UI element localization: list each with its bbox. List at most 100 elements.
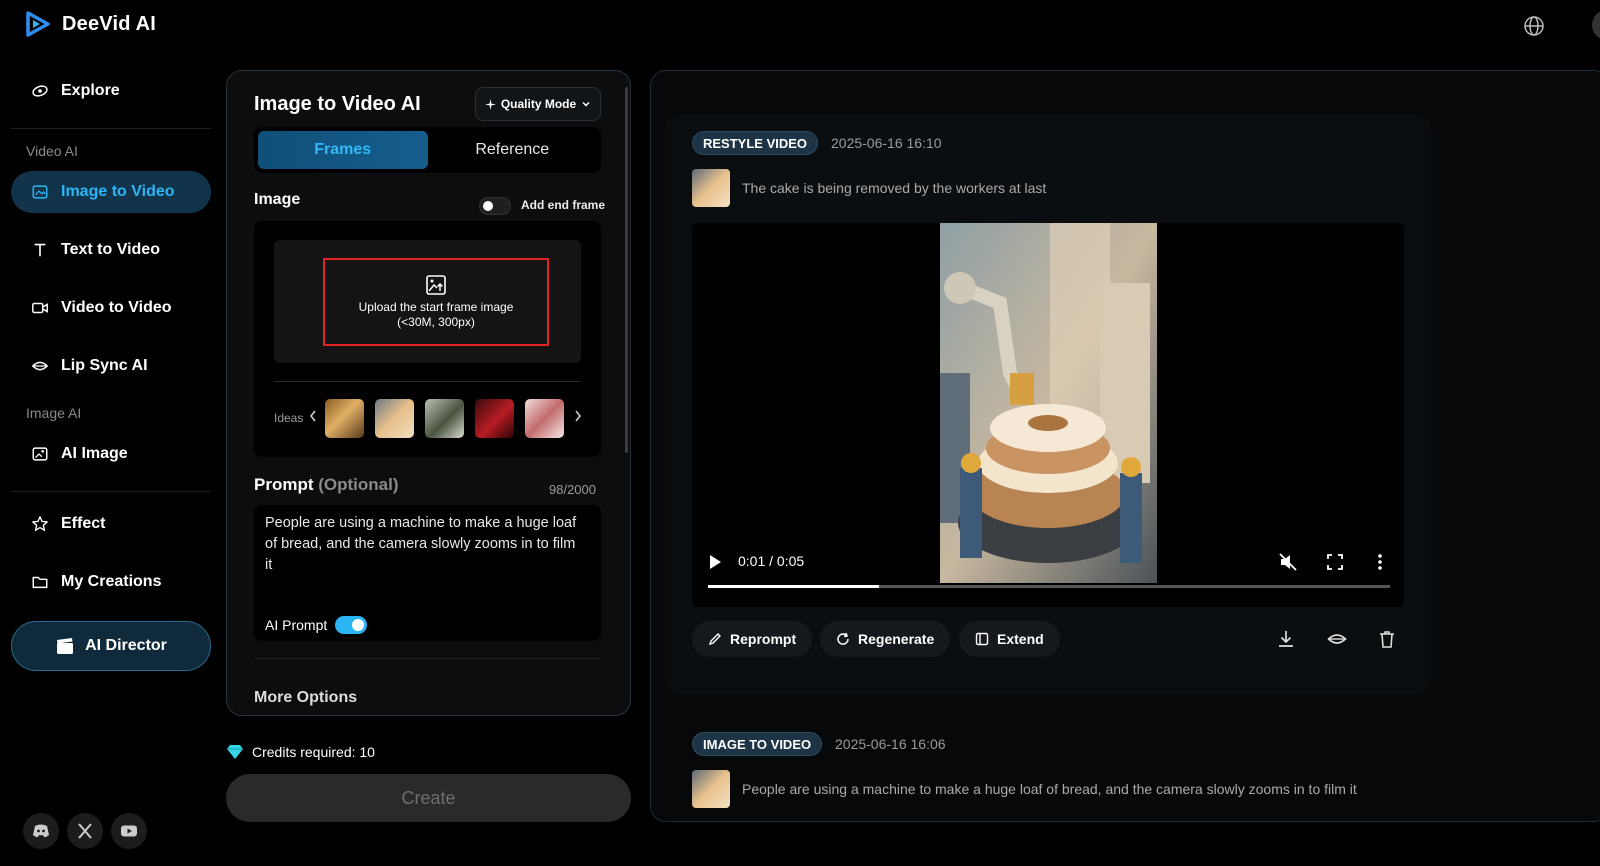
star-icon [32, 516, 48, 531]
compass-icon [32, 85, 48, 97]
idea-thumbnail[interactable] [525, 399, 564, 438]
upload-hint-text: Upload the start frame image [358, 300, 514, 314]
ai-prompt-label: AI Prompt [265, 617, 328, 633]
mute-icon[interactable] [1278, 552, 1298, 572]
sidebar-item-label: My Creations [61, 573, 162, 590]
refresh-icon [837, 632, 849, 645]
idea-thumbnail[interactable] [375, 399, 414, 438]
folder-icon [32, 576, 48, 589]
idea-thumbnail[interactable] [325, 399, 364, 438]
add-end-frame-label: Add end frame [521, 198, 606, 212]
regenerate-button[interactable]: Regenerate [820, 621, 951, 657]
globe-icon[interactable] [1522, 14, 1546, 38]
sidebar-item-effect[interactable]: Effect [11, 503, 211, 545]
fullscreen-icon[interactable] [1326, 553, 1344, 571]
lip-sync-button[interactable] [1321, 623, 1353, 655]
ai-director-button[interactable]: AI Director [11, 621, 211, 671]
ideas-label: Ideas [274, 411, 304, 425]
image-icon [32, 185, 48, 199]
tab-reference[interactable]: Reference [428, 131, 598, 169]
add-end-frame-toggle[interactable] [479, 197, 511, 215]
prompt-title: Prompt [254, 475, 314, 494]
video-progress-fill [708, 585, 879, 588]
result-date: 2025-06-16 16:10 [831, 135, 942, 151]
video-player[interactable]: 0:01 / 0:05 [692, 223, 1404, 607]
x-link[interactable] [67, 813, 103, 849]
chevron-right-icon [575, 410, 582, 422]
prompt-char-counter: 98/2000 [549, 482, 596, 497]
upload-start-frame-button[interactable]: Upload the start frame image (<30M, 300p… [323, 258, 549, 346]
x-icon [78, 823, 92, 839]
pencil-icon [708, 633, 721, 646]
more-vertical-icon[interactable] [1376, 553, 1384, 571]
lips-icon [31, 361, 49, 371]
sidebar-item-label: Video to Video [61, 299, 172, 316]
video-camera-icon [32, 302, 48, 314]
sidebar-item-my-creations[interactable]: My Creations [11, 561, 211, 603]
upload-dropzone[interactable]: Upload the start frame image (<30M, 300p… [274, 240, 581, 363]
video-frame [940, 223, 1157, 583]
text-icon [34, 243, 46, 257]
source-thumbnail[interactable] [692, 169, 730, 207]
chevron-left-icon [309, 410, 316, 422]
sidebar-item-lip-sync[interactable]: Lip Sync AI [11, 345, 211, 387]
regenerate-label: Regenerate [858, 631, 935, 647]
extend-icon [975, 632, 989, 646]
more-options-toggle[interactable]: More Options [254, 689, 357, 707]
prompt-text[interactable]: People are using a machine to make a hug… [265, 513, 585, 576]
sparkle-icon [484, 98, 496, 110]
sidebar: Explore Video AI Image to Video Text to … [0, 60, 224, 866]
panel-scrollbar[interactable] [625, 87, 628, 453]
idea-thumbnail[interactable] [475, 399, 514, 438]
discord-icon [33, 824, 49, 838]
discord-link[interactable] [23, 813, 59, 849]
video-progress-bar[interactable] [708, 585, 1390, 588]
result-description: The cake is being removed by the workers… [742, 180, 1047, 196]
idea-thumbnail[interactable] [425, 399, 464, 438]
result-type-badge: RESTYLE VIDEO [692, 131, 819, 155]
ai-prompt-toggle[interactable] [335, 616, 367, 634]
image-section-label: Image [254, 191, 301, 208]
quality-mode-label: Quality Mode [500, 97, 577, 111]
reprompt-button[interactable]: Reprompt [692, 621, 813, 657]
prompt-label: Prompt (Optional) [254, 475, 399, 495]
upload-size-hint: (<30M, 300px) [397, 315, 475, 329]
result-description: People are using a machine to make a hug… [742, 781, 1357, 797]
user-avatar[interactable] [1592, 10, 1600, 40]
reprompt-label: Reprompt [730, 631, 797, 647]
extend-label: Extend [997, 631, 1044, 647]
sidebar-item-ai-image[interactable]: AI Image [11, 433, 211, 475]
result-type-badge: IMAGE TO VIDEO [692, 732, 823, 756]
sidebar-item-label: Image to Video [61, 183, 175, 200]
app-logo[interactable]: DeeVid AI [24, 10, 156, 38]
mode-tabs: Frames Reference [254, 127, 601, 173]
diamond-icon [227, 745, 243, 759]
delete-button[interactable] [1371, 623, 1403, 655]
ai-image-icon [32, 447, 48, 461]
image-upload-icon [426, 275, 446, 295]
ideas-next-button[interactable] [574, 409, 582, 425]
prompt-textarea[interactable]: People are using a machine to make a hug… [254, 505, 601, 641]
download-icon [1279, 631, 1293, 647]
sidebar-item-label: Lip Sync AI [61, 357, 148, 374]
youtube-link[interactable] [111, 813, 147, 849]
sidebar-item-explore[interactable]: Explore [11, 70, 211, 112]
lips-icon [1327, 634, 1347, 644]
source-thumbnail[interactable] [692, 770, 730, 808]
ai-director-label: AI Director [85, 637, 167, 654]
sidebar-item-image-to-video[interactable]: Image to Video [11, 171, 211, 213]
play-icon[interactable] [708, 554, 722, 570]
tab-frames[interactable]: Frames [258, 131, 428, 169]
video-time: 0:01 / 0:05 [738, 553, 805, 569]
sidebar-item-video-to-video[interactable]: Video to Video [11, 287, 211, 329]
download-button[interactable] [1270, 623, 1302, 655]
quality-mode-dropdown[interactable]: Quality Mode [475, 87, 601, 121]
extend-button[interactable]: Extend [959, 621, 1060, 657]
prompt-optional-label: (Optional) [318, 475, 399, 494]
deevid-logo-icon [26, 11, 50, 37]
create-button[interactable]: Create [226, 774, 631, 822]
ideas-prev-button[interactable] [309, 409, 317, 425]
sidebar-item-text-to-video[interactable]: Text to Video [11, 229, 211, 271]
results-panel: RESTYLE VIDEO 2025-06-16 16:10 The cake … [650, 70, 1600, 822]
generation-panel: Image to Video AI Quality Mode Frames Re… [226, 70, 631, 716]
